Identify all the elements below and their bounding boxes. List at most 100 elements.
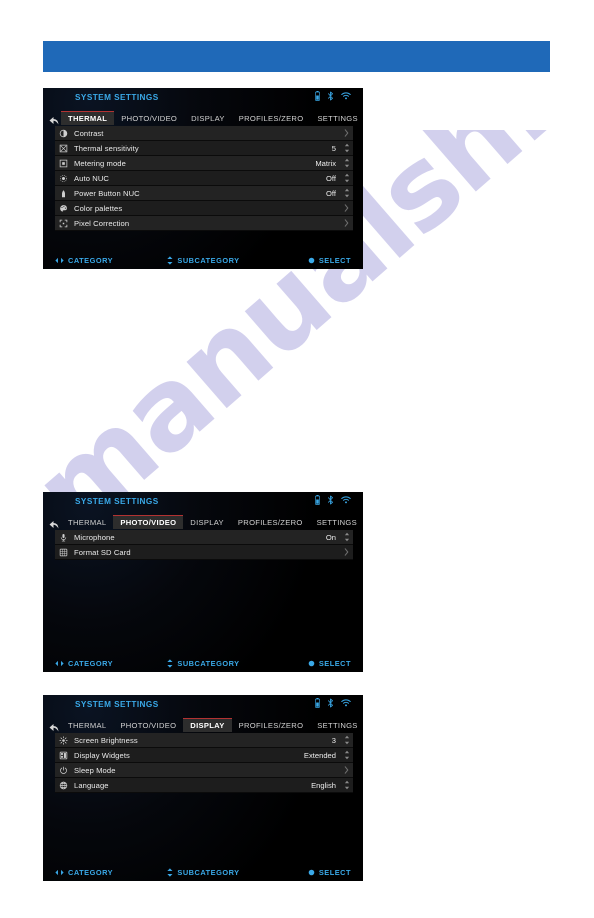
status-icon-group: [315, 91, 351, 101]
menu-row-value: Off: [326, 188, 336, 198]
wifi-icon: [341, 92, 351, 100]
menu-row[interactable]: Sleep Mode: [55, 763, 353, 778]
menu-row-label: Pixel Correction: [74, 218, 130, 228]
stepper-arrows-icon[interactable]: [340, 735, 353, 745]
menu-row[interactable]: Contrast: [55, 126, 353, 141]
footer-hint-select: SELECT: [308, 868, 351, 877]
menu-row[interactable]: Display Widgets Extended: [55, 748, 353, 763]
screen-title: SYSTEM SETTINGS: [75, 93, 159, 102]
footer-hint-subcategory: SUBCATEGORY: [166, 659, 239, 668]
screen-footer-hints: CATEGORY SUBCATEGORY SELECT: [43, 657, 363, 670]
footer-hint-label: SUBCATEGORY: [177, 868, 240, 877]
tab-profiles-zero[interactable]: PROFILES/ZERO: [232, 111, 311, 125]
menu-row[interactable]: Screen Brightness 3: [55, 733, 353, 748]
tab-display[interactable]: DISPLAY: [183, 515, 231, 529]
globe-icon: [55, 781, 71, 790]
tab-strip: THERMAL PHOTO/VIDEO DISPLAY PROFILES/ZERO SE…: [61, 718, 359, 732]
tab-profiles-zero[interactable]: PROFILES/ZERO: [231, 515, 310, 529]
tab-profiles-zero[interactable]: PROFILES/ZERO: [232, 718, 311, 732]
stepper-arrows-icon[interactable]: [340, 532, 353, 542]
tab-thermal[interactable]: THERMAL: [61, 111, 115, 125]
device-screen-thermal: SYSTEM SETTINGS THERMAL PHOTO/VIDEO DISPLAY…: [43, 88, 363, 269]
menu-row-value: Off: [326, 173, 336, 183]
menu-row[interactable]: Metering mode Matrix: [55, 156, 353, 171]
screen-footer-hints: CATEGORY SUBCATEGORY SELECT: [43, 254, 363, 267]
up-down-arrows-icon: [166, 659, 173, 668]
menu-row-label: Sleep Mode: [74, 765, 116, 775]
dot-icon: [308, 660, 315, 667]
left-right-arrows-icon: [55, 660, 64, 667]
power-button-icon: [55, 189, 71, 198]
menu-row-value: English: [311, 780, 336, 790]
menu-row[interactable]: Pixel Correction: [55, 216, 353, 231]
status-icon-group: [315, 495, 351, 505]
footer-hint-category: CATEGORY: [55, 256, 113, 265]
tab-display[interactable]: DISPLAY: [183, 718, 232, 732]
menu-row[interactable]: Format SD Card: [55, 545, 353, 560]
sleep-mode-icon: [55, 766, 71, 775]
wifi-icon: [341, 496, 351, 504]
back-arrow-icon[interactable]: [48, 113, 60, 125]
metering-icon: [55, 159, 71, 168]
screen-title: SYSTEM SETTINGS: [75, 497, 159, 506]
status-icon-group: [315, 698, 351, 708]
chevron-right-icon[interactable]: [340, 204, 353, 212]
menu-row-label: Thermal sensitivity: [74, 143, 139, 153]
footer-hint-subcategory: SUBCATEGORY: [166, 868, 239, 877]
tab-thermal[interactable]: THERMAL: [61, 718, 113, 732]
footer-hint-label: CATEGORY: [68, 256, 114, 265]
settings-menu-list: Contrast Thermal sensitivity 5 Metering mod…: [55, 126, 353, 231]
tab-settings[interactable]: SETTINGS: [310, 111, 363, 125]
menu-row-label: Microphone: [74, 532, 115, 542]
stepper-arrows-icon[interactable]: [340, 173, 353, 183]
auto-nuc-icon: [55, 174, 71, 183]
screen-header: SYSTEM SETTINGS: [43, 88, 363, 110]
left-right-arrows-icon: [55, 257, 64, 264]
tab-photo-video[interactable]: PHOTO/VIDEO: [113, 718, 183, 732]
back-arrow-icon[interactable]: [48, 517, 60, 529]
stepper-arrows-icon[interactable]: [340, 158, 353, 168]
footer-hint-label: SELECT: [318, 256, 351, 265]
footer-hint-select: SELECT: [308, 256, 351, 265]
menu-row-label: Power Button NUC: [74, 188, 140, 198]
menu-row[interactable]: Microphone On: [55, 530, 353, 545]
up-down-arrows-icon: [166, 868, 173, 877]
tab-settings[interactable]: SETTINGS: [310, 718, 363, 732]
menu-row-label: Auto NUC: [74, 173, 109, 183]
bluetooth-icon: [327, 495, 334, 505]
screen-header: SYSTEM SETTINGS: [43, 695, 363, 717]
menu-row-value: On: [325, 532, 336, 542]
tab-display[interactable]: DISPLAY: [184, 111, 232, 125]
footer-hint-label: CATEGORY: [68, 868, 114, 877]
stepper-arrows-icon[interactable]: [340, 188, 353, 198]
back-arrow-icon[interactable]: [48, 720, 60, 732]
stepper-arrows-icon[interactable]: [340, 143, 353, 153]
tab-settings[interactable]: SETTINGS: [310, 515, 363, 529]
tab-photo-video[interactable]: PHOTO/VIDEO: [113, 515, 184, 529]
menu-row[interactable]: Auto NUC Off: [55, 171, 353, 186]
menu-row[interactable]: Thermal sensitivity 5: [55, 141, 353, 156]
tab-thermal[interactable]: THERMAL: [61, 515, 113, 529]
footer-hint-select: SELECT: [308, 659, 351, 668]
pixel-correction-icon: [55, 219, 71, 228]
menu-row[interactable]: Language English: [55, 778, 353, 793]
tab-photo-video[interactable]: PHOTO/VIDEO: [114, 111, 184, 125]
blue-header-banner: [43, 41, 550, 72]
chevron-right-icon[interactable]: [340, 129, 353, 137]
stepper-arrows-icon[interactable]: [340, 780, 353, 790]
menu-row[interactable]: Color palettes: [55, 201, 353, 216]
battery-icon: [315, 91, 320, 101]
menu-row-label: Display Widgets: [74, 750, 130, 760]
menu-row[interactable]: Power Button NUC Off: [55, 186, 353, 201]
dot-icon: [308, 257, 315, 264]
tab-strip: THERMAL PHOTO/VIDEO DISPLAY PROFILES/ZERO SE…: [61, 515, 359, 529]
left-right-arrows-icon: [55, 869, 64, 876]
footer-hint-subcategory: SUBCATEGORY: [166, 256, 239, 265]
bluetooth-icon: [327, 698, 334, 708]
chevron-right-icon[interactable]: [340, 766, 353, 774]
chevron-right-icon[interactable]: [340, 219, 353, 227]
menu-row-label: Metering mode: [74, 158, 126, 168]
screen-title: SYSTEM SETTINGS: [75, 700, 159, 709]
stepper-arrows-icon[interactable]: [340, 750, 353, 760]
chevron-right-icon[interactable]: [340, 548, 353, 556]
